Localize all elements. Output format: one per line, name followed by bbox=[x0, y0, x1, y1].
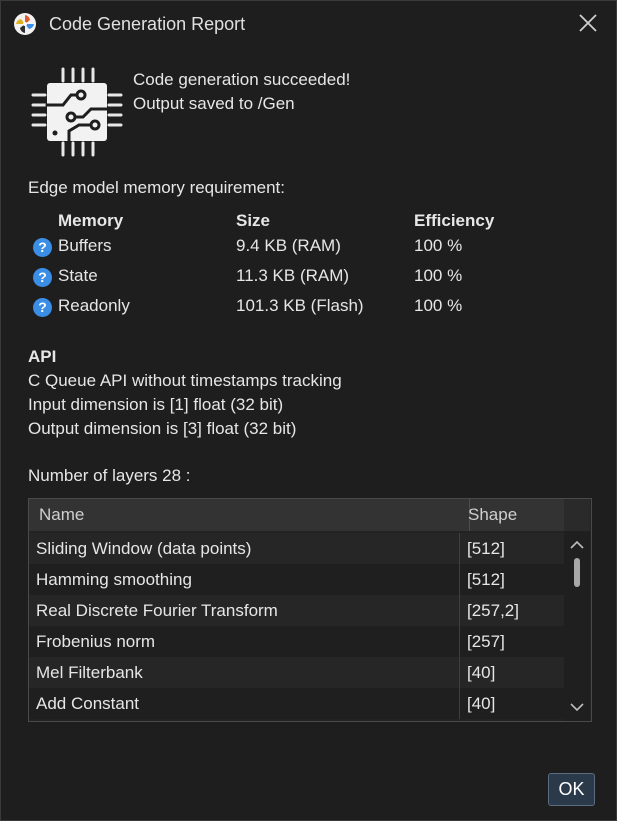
memory-size: 11.3 KB (RAM) bbox=[236, 266, 350, 285]
layer-shape: [512] bbox=[467, 570, 505, 589]
layer-name: Add Constant bbox=[36, 694, 140, 713]
layer-name: Sliding Window (data points) bbox=[36, 539, 252, 558]
layer-name: Frobenius norm bbox=[36, 632, 156, 651]
api-heading: API bbox=[28, 347, 57, 366]
memory-efficiency: 100 % bbox=[414, 266, 463, 285]
memory-size: 9.4 KB (RAM) bbox=[236, 236, 341, 255]
layers-heading: Number of layers 28 : bbox=[28, 466, 191, 485]
layer-name: Real Discrete Fourier Transform bbox=[36, 601, 278, 620]
layer-shape: [512] bbox=[467, 539, 505, 558]
vertical-scrollbar[interactable] bbox=[564, 531, 590, 721]
column-divider bbox=[459, 688, 460, 719]
input-dimension: Input dimension is [1] float (32 bit) bbox=[28, 395, 284, 414]
help-icon[interactable]: ? bbox=[33, 268, 52, 287]
layers-table: Name Shape Sliding Window (data points) … bbox=[28, 498, 592, 722]
size-column-header: Size bbox=[236, 211, 271, 230]
chevron-up-icon[interactable] bbox=[569, 537, 585, 553]
pinwheel-icon bbox=[14, 13, 36, 35]
chip-icon bbox=[31, 67, 123, 157]
table-row[interactable]: Real Discrete Fourier Transform [257,2] bbox=[29, 595, 564, 626]
memory-heading: Edge model memory requirement: bbox=[28, 178, 286, 197]
memory-row-buffers: ? Buffers 9.4 KB (RAM) 100 % bbox=[1, 234, 616, 260]
table-row[interactable]: Mel Filterbank [40] bbox=[29, 657, 564, 688]
ok-button[interactable]: OK bbox=[548, 773, 595, 806]
column-divider bbox=[459, 657, 460, 688]
memory-efficiency: 100 % bbox=[414, 296, 463, 315]
help-icon[interactable]: ? bbox=[33, 238, 52, 257]
title-bar: Code Generation Report bbox=[1, 1, 616, 47]
layer-shape: [40] bbox=[467, 694, 496, 713]
table-row[interactable]: Sliding Window (data points) [512] bbox=[29, 533, 564, 564]
memory-size: 101.3 KB (Flash) bbox=[236, 296, 364, 315]
close-icon[interactable] bbox=[576, 11, 600, 35]
table-row[interactable]: Add Constant [40] bbox=[29, 688, 564, 719]
table-header: Name Shape bbox=[29, 499, 564, 531]
name-column-header[interactable]: Name bbox=[29, 499, 470, 531]
memory-row-readonly: ? Readonly 101.3 KB (Flash) 100 % bbox=[1, 294, 616, 320]
memory-row-state: ? State 11.3 KB (RAM) 100 % bbox=[1, 264, 616, 290]
column-divider bbox=[459, 564, 460, 595]
layer-name: Mel Filterbank bbox=[36, 663, 143, 682]
memory-name: State bbox=[58, 266, 98, 285]
header-corner bbox=[564, 499, 590, 531]
output-dimension: Output dimension is [3] float (32 bit) bbox=[28, 419, 297, 438]
memory-column-header: Memory bbox=[58, 211, 124, 230]
output-path-message: Output saved to /Gen bbox=[133, 94, 295, 113]
column-divider bbox=[459, 595, 460, 626]
memory-efficiency: 100 % bbox=[414, 236, 463, 255]
report-dialog: Code Generation Report Code generation s… bbox=[0, 0, 617, 821]
layer-shape: [40] bbox=[467, 663, 496, 682]
table-row[interactable]: Hamming smoothing [512] bbox=[29, 564, 564, 595]
success-message: Code generation succeeded! bbox=[133, 70, 351, 89]
help-icon[interactable]: ? bbox=[33, 298, 52, 317]
shape-column-header[interactable]: Shape bbox=[460, 499, 562, 531]
efficiency-column-header: Efficiency bbox=[414, 211, 495, 230]
layer-name: Hamming smoothing bbox=[36, 570, 192, 589]
memory-name: Readonly bbox=[58, 296, 130, 315]
window-title: Code Generation Report bbox=[49, 14, 246, 34]
column-divider bbox=[459, 533, 460, 564]
column-divider bbox=[459, 626, 460, 657]
api-description: C Queue API without timestamps tracking bbox=[28, 371, 342, 390]
table-row[interactable]: Frobenius norm [257] bbox=[29, 626, 564, 657]
scrollbar-thumb[interactable] bbox=[574, 558, 580, 587]
memory-name: Buffers bbox=[58, 236, 112, 255]
layer-shape: [257,2] bbox=[467, 601, 519, 620]
chevron-down-icon[interactable] bbox=[569, 699, 585, 715]
layer-shape: [257] bbox=[467, 632, 505, 651]
